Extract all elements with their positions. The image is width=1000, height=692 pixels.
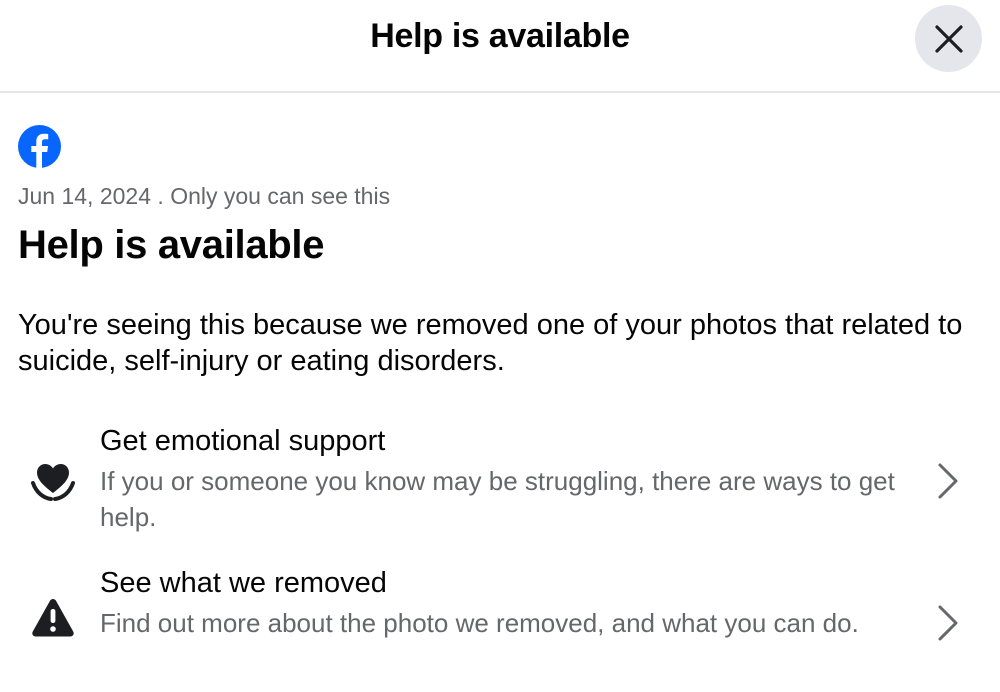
- get-emotional-support-option[interactable]: Get emotional support If you or someone …: [0, 425, 1000, 550]
- visibility-label: Only you can see this: [170, 183, 391, 209]
- heart-hands-icon: [30, 459, 76, 505]
- option-description: If you or someone you know may be strugg…: [100, 466, 895, 532]
- notice-meta: Jun 14, 2024 . Only you can see this: [18, 183, 390, 210]
- notice-title: Help is available: [18, 223, 325, 267]
- dialog-header: Help is available: [0, 0, 1000, 93]
- chevron-right-icon: [938, 605, 958, 641]
- meta-separator: .: [151, 183, 171, 209]
- dialog-title: Help is available: [370, 17, 630, 55]
- see-what-we-removed-option[interactable]: See what we removed Find out more about …: [0, 567, 1000, 692]
- notice-date: Jun 14, 2024: [18, 183, 152, 209]
- close-icon: [934, 24, 963, 53]
- notice-body: You're seeing this because we removed on…: [18, 309, 963, 377]
- chevron-right-icon: [938, 463, 958, 499]
- option-description: Find out more about the photo we removed…: [100, 608, 859, 638]
- facebook-logo-icon: [18, 125, 61, 168]
- option-title: Get emotional support: [100, 425, 386, 457]
- warning-triangle-icon: [30, 595, 76, 641]
- option-title: See what we removed: [100, 567, 387, 599]
- close-button[interactable]: [915, 5, 982, 72]
